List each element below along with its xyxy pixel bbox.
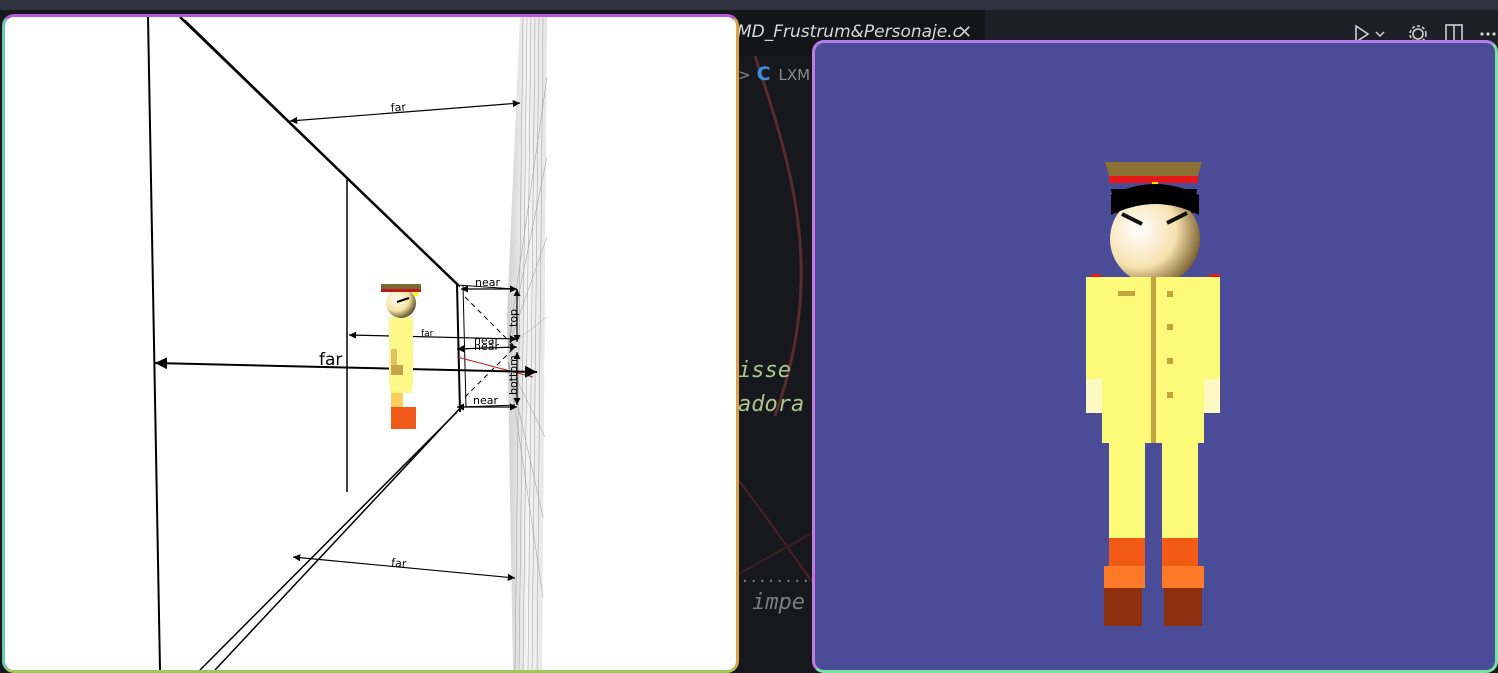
label-near-mid: near (474, 340, 499, 353)
character-front-view (1086, 162, 1220, 626)
label-far-small: far (421, 329, 434, 339)
code-line[interactable]: impe (752, 590, 805, 615)
near-plane-grid (507, 17, 548, 670)
label-near-top: near (475, 276, 500, 289)
more-icon[interactable] (1480, 32, 1496, 36)
label-far-middle: far (319, 350, 342, 370)
tab-title[interactable]: MD_Frustrum&Personaje.c (737, 22, 962, 42)
frustum-canvas[interactable]: far far far far near near near near top … (5, 17, 736, 670)
code-line[interactable]: adora (738, 392, 804, 417)
character-view-window[interactable] (812, 40, 1498, 673)
title-bar (0, 0, 1498, 10)
c-language-icon: C (756, 63, 771, 85)
character-side-view (381, 284, 421, 429)
character-canvas[interactable] (815, 43, 1495, 670)
chevron-down-icon[interactable] (1375, 31, 1385, 38)
label-top: top (507, 309, 520, 327)
code-ellipsis: ........ (742, 566, 812, 587)
breadcrumb-item[interactable]: LXM (779, 66, 811, 84)
label-far-bottom: far (391, 556, 407, 570)
label-far-top: far (390, 101, 406, 115)
label-bottom: bottom (507, 355, 520, 395)
frustum-view-window[interactable]: far far far far near near near near top … (2, 14, 739, 673)
label-near-bottom: near (473, 394, 498, 407)
code-line[interactable]: isse (738, 358, 791, 383)
breadcrumb[interactable]: > C LXM (738, 63, 810, 85)
breadcrumb-separator: > (738, 66, 751, 84)
